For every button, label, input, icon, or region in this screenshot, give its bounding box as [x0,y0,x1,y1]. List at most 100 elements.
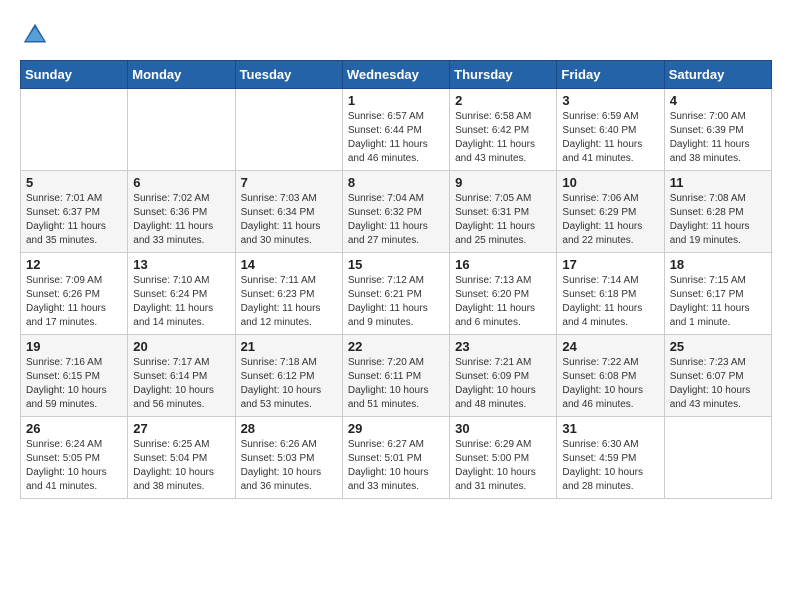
day-number: 3 [562,93,658,108]
day-info: Sunrise: 6:58 AM Sunset: 6:42 PM Dayligh… [455,110,551,166]
day-info: Sunrise: 7:20 AM Sunset: 6:11 PM Dayligh… [348,356,444,412]
day-number: 19 [26,339,122,354]
day-number: 13 [133,257,229,272]
day-info: Sunrise: 7:17 AM Sunset: 6:14 PM Dayligh… [133,356,229,412]
day-number: 9 [455,175,551,190]
calendar-cell: 26 Sunrise: 6:24 AM Sunset: 5:05 PM Dayli… [21,417,128,499]
day-info: Sunrise: 7:09 AM Sunset: 6:26 PM Dayligh… [26,274,122,330]
day-info: Sunrise: 6:25 AM Sunset: 5:04 PM Dayligh… [133,438,229,494]
day-info: Sunrise: 6:57 AM Sunset: 6:44 PM Dayligh… [348,110,444,166]
calendar-cell: 21Sunrise: 7:18 AM Sunset: 6:12 PM Dayli… [235,335,342,417]
calendar-cell: 15 Sunrise: 7:12 AM Sunset: 6:21 PM Dayli… [342,253,449,335]
day-number: 16 [455,257,551,272]
weekday-header-friday: Friday [557,61,664,89]
day-info: Sunrise: 6:24 AM Sunset: 5:05 PM Dayligh… [26,438,122,494]
day-info: Sunrise: 7:01 AM Sunset: 6:37 PM Dayligh… [26,192,122,248]
calendar-cell: 8 Sunrise: 7:04 AM Sunset: 6:32 PM Daylig… [342,171,449,253]
day-info: Sunrise: 7:16 AM Sunset: 6:15 PM Dayligh… [26,356,122,412]
calendar-cell: 25 Sunrise: 7:23 AM Sunset: 6:07 PM Dayli… [664,335,771,417]
day-number: 24 [562,339,658,354]
day-info: Sunrise: 6:59 AM Sunset: 6:40 PM Dayligh… [562,110,658,166]
day-info: Sunrise: 7:11 AM Sunset: 6:23 PM Dayligh… [241,274,337,330]
calendar-cell: 23 Sunrise: 7:21 AM Sunset: 6:09 PM Dayli… [450,335,557,417]
day-number: 15 [348,257,444,272]
day-number: 7 [241,175,337,190]
calendar-cell: 1 Sunrise: 6:57 AM Sunset: 6:44 PM Daylig… [342,89,449,171]
day-info: Sunrise: 7:13 AM Sunset: 6:20 PM Dayligh… [455,274,551,330]
calendar-cell: 20 Sunrise: 7:17 AM Sunset: 6:14 PM Dayli… [128,335,235,417]
day-info: Sunrise: 7:06 AM Sunset: 6:29 PM Dayligh… [562,192,658,248]
calendar-cell: 11 Sunrise: 7:08 AM Sunset: 6:28 PM Dayli… [664,171,771,253]
calendar-cell [235,89,342,171]
day-number: 8 [348,175,444,190]
day-info: Sunrise: 7:05 AM Sunset: 6:31 PM Dayligh… [455,192,551,248]
calendar-cell: 31Sunrise: 6:30 AM Sunset: 4:59 PM Dayli… [557,417,664,499]
day-number: 5 [26,175,122,190]
weekday-header-saturday: Saturday [664,61,771,89]
day-number: 30 [455,421,551,436]
calendar-cell: 27 Sunrise: 6:25 AM Sunset: 5:04 PM Dayli… [128,417,235,499]
day-number: 6 [133,175,229,190]
day-info: Sunrise: 7:12 AM Sunset: 6:21 PM Dayligh… [348,274,444,330]
day-info: Sunrise: 6:27 AM Sunset: 5:01 PM Dayligh… [348,438,444,494]
day-info: Sunrise: 7:23 AM Sunset: 6:07 PM Dayligh… [670,356,766,412]
weekday-header-wednesday: Wednesday [342,61,449,89]
day-info: Sunrise: 6:29 AM Sunset: 5:00 PM Dayligh… [455,438,551,494]
day-number: 27 [133,421,229,436]
weekday-header-monday: Monday [128,61,235,89]
day-number: 11 [670,175,766,190]
day-info: Sunrise: 7:04 AM Sunset: 6:32 PM Dayligh… [348,192,444,248]
calendar-cell: 2Sunrise: 6:58 AM Sunset: 6:42 PM Daylig… [450,89,557,171]
calendar-cell: 18 Sunrise: 7:15 AM Sunset: 6:17 PM Dayli… [664,253,771,335]
logo-icon [20,20,50,50]
calendar-cell: 10Sunrise: 7:06 AM Sunset: 6:29 PM Dayli… [557,171,664,253]
day-number: 25 [670,339,766,354]
weekday-header-tuesday: Tuesday [235,61,342,89]
day-info: Sunrise: 6:30 AM Sunset: 4:59 PM Dayligh… [562,438,658,494]
day-info: Sunrise: 7:02 AM Sunset: 6:36 PM Dayligh… [133,192,229,248]
logo [20,20,54,50]
calendar-cell: 5 Sunrise: 7:01 AM Sunset: 6:37 PM Daylig… [21,171,128,253]
calendar-cell: 14 Sunrise: 7:11 AM Sunset: 6:23 PM Dayli… [235,253,342,335]
calendar-cell: 3 Sunrise: 6:59 AM Sunset: 6:40 PM Daylig… [557,89,664,171]
calendar-cell: 24 Sunrise: 7:22 AM Sunset: 6:08 PM Dayli… [557,335,664,417]
day-info: Sunrise: 7:22 AM Sunset: 6:08 PM Dayligh… [562,356,658,412]
calendar-cell: 12 Sunrise: 7:09 AM Sunset: 6:26 PM Dayli… [21,253,128,335]
calendar-cell: 19 Sunrise: 7:16 AM Sunset: 6:15 PM Dayli… [21,335,128,417]
calendar-cell: 13 Sunrise: 7:10 AM Sunset: 6:24 PM Dayli… [128,253,235,335]
calendar-cell: 16 Sunrise: 7:13 AM Sunset: 6:20 PM Dayli… [450,253,557,335]
calendar-table: SundayMondayTuesdayWednesdayThursdayFrid… [20,60,772,499]
calendar-cell: 17 Sunrise: 7:14 AM Sunset: 6:18 PM Dayli… [557,253,664,335]
calendar-cell: 22 Sunrise: 7:20 AM Sunset: 6:11 PM Dayli… [342,335,449,417]
calendar-cell: 6 Sunrise: 7:02 AM Sunset: 6:36 PM Daylig… [128,171,235,253]
day-info: Sunrise: 6:26 AM Sunset: 5:03 PM Dayligh… [241,438,337,494]
calendar-cell: 29Sunrise: 6:27 AM Sunset: 5:01 PM Dayli… [342,417,449,499]
calendar-cell: 28 Sunrise: 6:26 AM Sunset: 5:03 PM Dayli… [235,417,342,499]
day-number: 14 [241,257,337,272]
day-info: Sunrise: 7:00 AM Sunset: 6:39 PM Dayligh… [670,110,766,166]
day-info: Sunrise: 7:18 AM Sunset: 6:12 PM Dayligh… [241,356,337,412]
day-info: Sunrise: 7:21 AM Sunset: 6:09 PM Dayligh… [455,356,551,412]
day-info: Sunrise: 7:15 AM Sunset: 6:17 PM Dayligh… [670,274,766,330]
day-number: 23 [455,339,551,354]
calendar-cell: 30 Sunrise: 6:29 AM Sunset: 5:00 PM Dayli… [450,417,557,499]
weekday-header-sunday: Sunday [21,61,128,89]
day-info: Sunrise: 7:10 AM Sunset: 6:24 PM Dayligh… [133,274,229,330]
calendar-cell [21,89,128,171]
calendar-cell: 9 Sunrise: 7:05 AM Sunset: 6:31 PM Daylig… [450,171,557,253]
page-header [20,20,772,50]
day-number: 12 [26,257,122,272]
day-number: 28 [241,421,337,436]
calendar-cell [128,89,235,171]
day-number: 18 [670,257,766,272]
day-number: 22 [348,339,444,354]
day-info: Sunrise: 7:14 AM Sunset: 6:18 PM Dayligh… [562,274,658,330]
day-number: 20 [133,339,229,354]
calendar-cell: 7Sunrise: 7:03 AM Sunset: 6:34 PM Daylig… [235,171,342,253]
day-number: 17 [562,257,658,272]
day-number: 26 [26,421,122,436]
day-info: Sunrise: 7:08 AM Sunset: 6:28 PM Dayligh… [670,192,766,248]
day-number: 1 [348,93,444,108]
calendar-cell: 4Sunrise: 7:00 AM Sunset: 6:39 PM Daylig… [664,89,771,171]
calendar-cell [664,417,771,499]
